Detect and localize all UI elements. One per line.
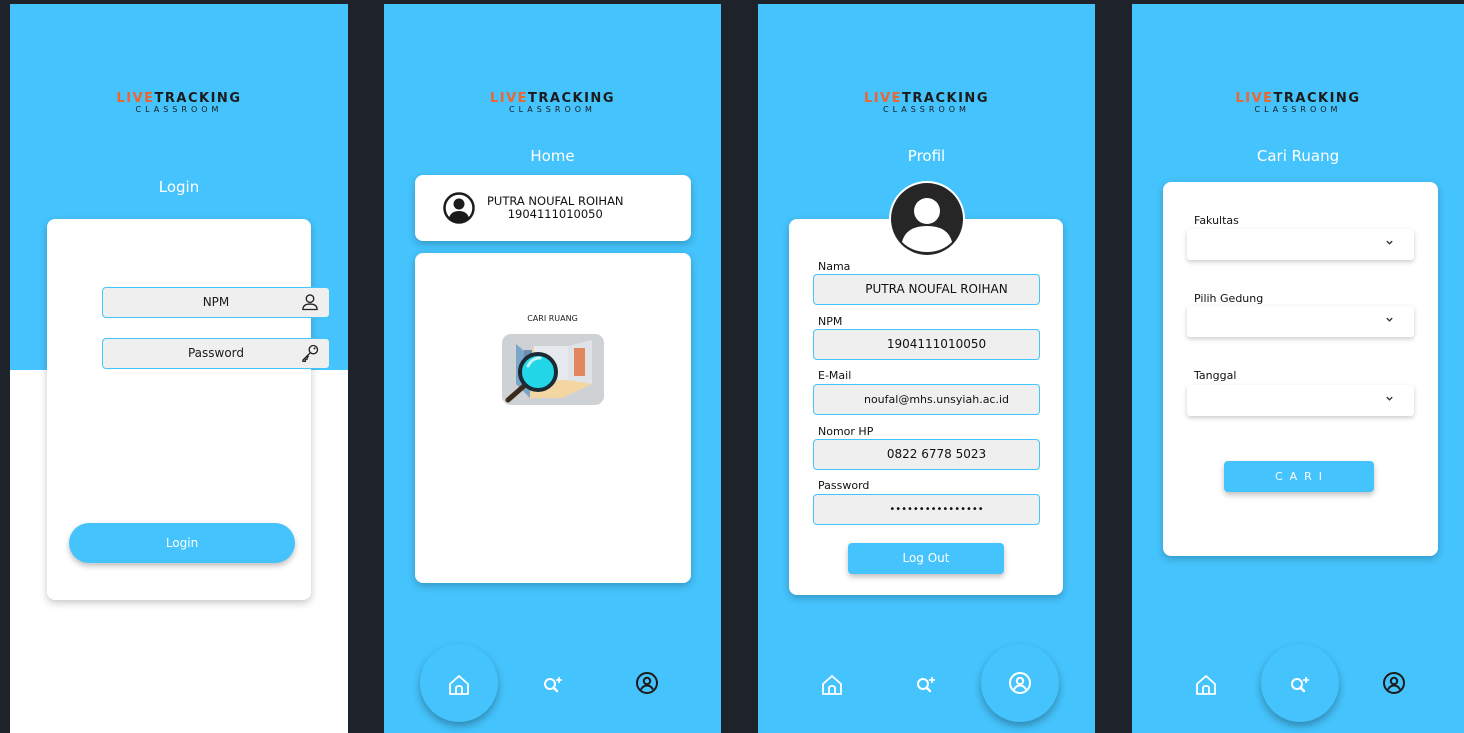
user-card[interactable]: PUTRA NOUFAL ROIHAN 1904111010050 xyxy=(415,175,691,241)
home-screen: LIVETRACKING CLASSROOM Home PUTRA NOUFAL… xyxy=(384,4,721,733)
field-value-nomor-hp: 0822 6778 5023 xyxy=(813,439,1040,470)
home-icon[interactable] xyxy=(1194,673,1218,697)
login-screen: LIVETRACKING CLASSROOM Login NPM Passwor… xyxy=(10,4,348,733)
search-plus-icon[interactable] xyxy=(541,673,565,697)
key-icon xyxy=(302,344,319,362)
app-logo: LIVETRACKING CLASSROOM xyxy=(116,91,242,114)
user-icon xyxy=(302,294,318,311)
field-label-password: Password xyxy=(818,479,870,492)
cari-ruang-label: CARI RUANG xyxy=(527,314,578,323)
field-value-password: •••••••••••••••• xyxy=(813,494,1040,525)
page-title: Profil xyxy=(907,147,946,165)
chevron-down-icon xyxy=(1386,396,1393,401)
field-label-fakultas: Fakultas xyxy=(1194,214,1239,227)
npm-input[interactable]: NPM xyxy=(102,287,330,318)
app-logo: LIVETRACKING CLASSROOM xyxy=(863,91,989,114)
fakultas-select[interactable] xyxy=(1187,229,1414,260)
home-icon[interactable] xyxy=(447,673,471,697)
user-circle-icon xyxy=(443,192,475,224)
login-button[interactable]: Login xyxy=(69,523,295,563)
field-label-email: E-Mail xyxy=(818,369,852,382)
page-title: Login xyxy=(158,178,200,196)
app-logo: LIVETRACKING CLASSROOM xyxy=(489,91,615,114)
password-input[interactable]: Password xyxy=(102,338,330,369)
profil-screen: LIVETRACKING CLASSROOM Profil Nama PUTRA… xyxy=(758,4,1095,733)
profile-avatar-icon xyxy=(889,181,965,257)
npm-placeholder: NPM xyxy=(202,295,230,309)
page-title: Home xyxy=(530,147,575,165)
user-npm: 1904111010050 xyxy=(507,207,603,222)
chevron-down-icon xyxy=(1386,240,1393,245)
field-label-nomor-hp: Nomor HP xyxy=(818,425,874,438)
tanggal-select[interactable] xyxy=(1187,385,1414,416)
cari-ruang-screen: LIVETRACKING CLASSROOM Cari Ruang Fakult… xyxy=(1132,4,1464,733)
profile-icon[interactable] xyxy=(635,671,659,695)
field-label-pilih-gedung: Pilih Gedung xyxy=(1194,292,1264,305)
menu-card xyxy=(415,253,691,583)
field-label-npm: NPM xyxy=(818,315,843,328)
field-value-npm: 1904111010050 xyxy=(813,329,1040,360)
field-label-nama: Nama xyxy=(818,260,851,273)
field-value-nama: PUTRA NOUFAL ROIHAN xyxy=(813,274,1040,305)
room-search-icon[interactable] xyxy=(502,334,604,405)
field-value-email: noufal@mhs.unsyiah.ac.id xyxy=(813,384,1040,415)
logout-button[interactable]: Log Out xyxy=(848,543,1004,574)
search-plus-icon[interactable] xyxy=(914,673,938,697)
search-plus-icon[interactable] xyxy=(1288,673,1312,697)
profile-icon[interactable] xyxy=(1008,671,1032,695)
app-logo: LIVETRACKING CLASSROOM xyxy=(1235,91,1361,114)
home-icon[interactable] xyxy=(820,673,844,697)
field-label-tanggal: Tanggal xyxy=(1194,369,1237,382)
user-info: PUTRA NOUFAL ROIHAN 1904111010050 xyxy=(487,194,624,222)
cari-button[interactable]: CARI xyxy=(1224,461,1374,492)
gedung-select[interactable] xyxy=(1187,306,1414,337)
password-placeholder: Password xyxy=(187,346,245,360)
chevron-down-icon xyxy=(1386,317,1393,322)
page-title: Cari Ruang xyxy=(1256,147,1340,165)
profile-icon[interactable] xyxy=(1382,671,1406,695)
